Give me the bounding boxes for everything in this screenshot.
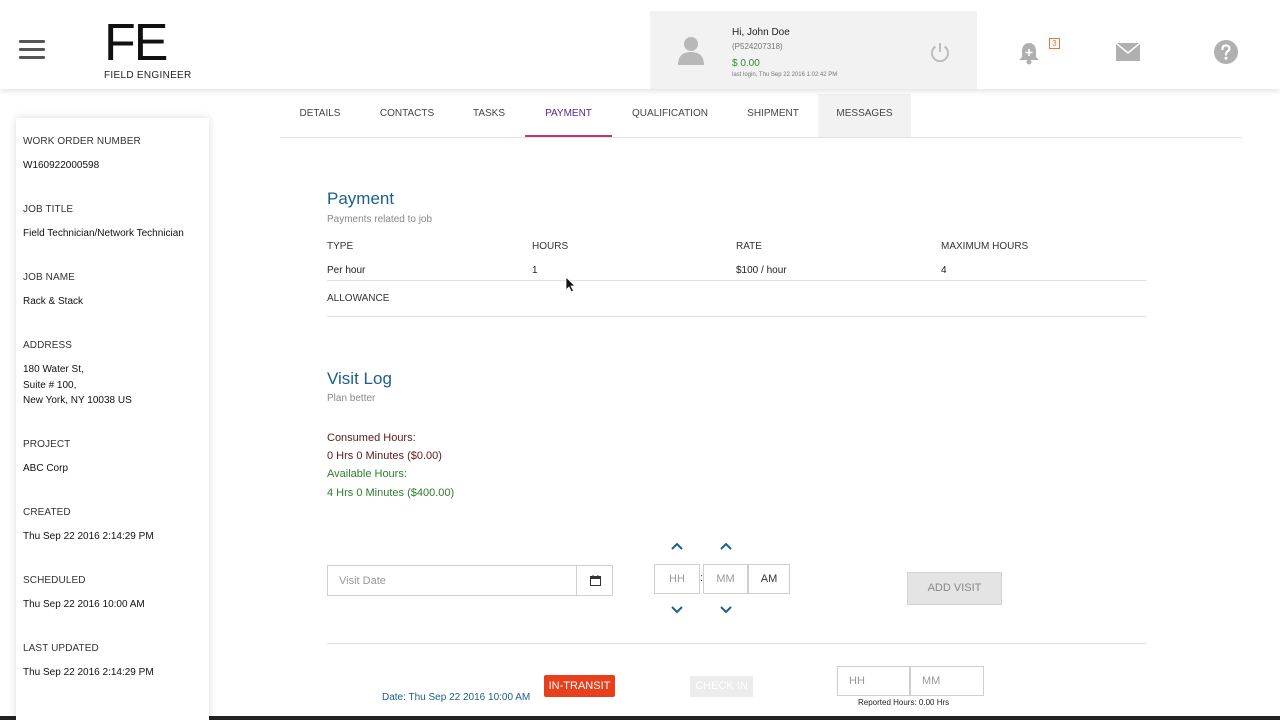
col-max-hours: MAXIMUM HOURS bbox=[941, 241, 1029, 252]
visit-log-title: Visit Log bbox=[327, 369, 392, 388]
user-last-login: last login, Thu Sep 22 2016 1:02:42 PM bbox=[732, 72, 838, 78]
mail-icon[interactable] bbox=[1116, 43, 1140, 61]
address-line-1: 180 Water St, bbox=[23, 364, 84, 375]
in-transit-button[interactable]: IN-TRANSIT bbox=[544, 675, 615, 697]
job-title-label: JOB TITLE bbox=[23, 204, 74, 215]
tab-contacts[interactable]: CONTACTS bbox=[366, 94, 448, 137]
tab-messages[interactable]: MESSAGES bbox=[818, 94, 911, 137]
hour-down-icon[interactable] bbox=[670, 605, 684, 615]
calendar-icon bbox=[590, 575, 601, 586]
add-visit-button[interactable]: ADD VISIT bbox=[907, 572, 1002, 605]
mouse-cursor-icon bbox=[566, 277, 576, 293]
visit-date-input[interactable] bbox=[327, 565, 577, 596]
cell-hours: 1 bbox=[532, 265, 538, 276]
logo-subtitle: FIELD ENGINEER bbox=[104, 70, 192, 81]
work-order-value: W160922000598 bbox=[23, 160, 100, 171]
project-value: ABC Corp bbox=[23, 463, 69, 474]
tab-shipment[interactable]: SHIPMENT bbox=[732, 94, 814, 137]
hour-up-icon[interactable] bbox=[670, 541, 684, 551]
check-in-button[interactable]: CHECK IN bbox=[690, 676, 753, 697]
col-rate: RATE bbox=[736, 241, 762, 252]
reported-hour-input[interactable] bbox=[837, 666, 910, 696]
visit-divider bbox=[327, 643, 1146, 644]
address-line-3: New York, NY 10038 US bbox=[23, 395, 132, 406]
tab-details[interactable]: DETAILS bbox=[280, 94, 360, 137]
payment-title: Payment bbox=[327, 189, 395, 208]
user-id: (P524207318) bbox=[732, 42, 783, 51]
col-type: TYPE bbox=[327, 241, 354, 252]
tab-qualification[interactable]: QUALIFICATION bbox=[618, 94, 722, 137]
user-panel: Hi, John Doe (P524207318) $ 0.00 last lo… bbox=[650, 11, 977, 89]
job-title-value: Field Technician/Network Technician bbox=[23, 228, 184, 239]
cell-type: Per hour bbox=[327, 265, 366, 276]
ampm-toggle[interactable]: AM bbox=[748, 564, 790, 594]
minute-down-icon[interactable] bbox=[719, 605, 733, 615]
address-line-2: Suite # 100, bbox=[23, 379, 77, 391]
project-label: PROJECT bbox=[23, 439, 71, 450]
last-updated-label: LAST UPDATED bbox=[23, 643, 99, 654]
col-hours: HOURS bbox=[532, 241, 569, 252]
reported-hours: Reported Hours: 0.00 Hrs bbox=[858, 698, 950, 707]
cell-rate: $100 / hour bbox=[736, 265, 787, 276]
power-icon[interactable] bbox=[929, 41, 951, 63]
top-header: FE FIELD ENGINEER Hi, John Doe (P5242073… bbox=[0, 0, 1280, 89]
scheduled-value: Thu Sep 22 2016 10:00 AM bbox=[23, 599, 145, 610]
cell-max-hours: 4 bbox=[941, 265, 947, 276]
help-icon[interactable] bbox=[1214, 40, 1238, 64]
bell-icon[interactable] bbox=[1018, 41, 1040, 65]
created-value: Thu Sep 22 2016 2:14:29 PM bbox=[23, 531, 154, 542]
payment-subtitle: Payments related to job bbox=[327, 214, 433, 225]
job-tabs: DETAILS CONTACTS TASKS PAYMENT QUALIFICA… bbox=[280, 94, 1242, 138]
notification-badge: 3 bbox=[1049, 38, 1060, 49]
hour-input[interactable] bbox=[654, 564, 700, 594]
visit-log-subtitle: Plan better bbox=[327, 393, 376, 404]
avatar-icon bbox=[678, 37, 704, 65]
visit-entry-date: Date: Thu Sep 22 2016 10:00 AM bbox=[382, 692, 531, 703]
scheduled-label: SCHEDULED bbox=[23, 575, 86, 586]
reported-minute-input[interactable] bbox=[910, 666, 984, 696]
minute-input[interactable] bbox=[703, 564, 748, 594]
faint-topbar bbox=[0, 6, 650, 20]
tab-tasks[interactable]: TASKS bbox=[456, 94, 522, 137]
allowance-label: ALLOWANCE bbox=[327, 293, 390, 304]
created-label: CREATED bbox=[23, 507, 71, 518]
user-greeting: Hi, John Doe bbox=[732, 27, 790, 38]
consumed-hours-label: Consumed Hours: bbox=[327, 432, 416, 444]
logo[interactable]: FE FIELD ENGINEER bbox=[104, 14, 194, 81]
menu-icon[interactable] bbox=[19, 40, 45, 60]
logo-mark: FE bbox=[104, 14, 168, 72]
consumed-hours-value: 0 Hrs 0 Minutes ($0.00) bbox=[327, 450, 442, 462]
job-name-value: Rack & Stack bbox=[23, 296, 84, 307]
available-hours-label: Available Hours: bbox=[327, 468, 407, 480]
row-divider bbox=[327, 280, 1146, 281]
last-updated-value: Thu Sep 22 2016 2:14:29 PM bbox=[23, 667, 154, 678]
calendar-button[interactable] bbox=[576, 565, 613, 596]
user-balance: $ 0.00 bbox=[732, 58, 760, 69]
minute-up-icon[interactable] bbox=[719, 541, 733, 551]
work-order-label: WORK ORDER NUMBER bbox=[23, 136, 141, 147]
job-name-label: JOB NAME bbox=[23, 272, 75, 283]
address-label: ADDRESS bbox=[23, 340, 73, 351]
job-details-sidebar: WORK ORDER NUMBER W160922000598 JOB TITL… bbox=[16, 118, 209, 720]
allowance-divider bbox=[327, 316, 1146, 317]
tab-payment[interactable]: PAYMENT bbox=[525, 94, 612, 137]
available-hours-value: 4 Hrs 0 Minutes ($400.00) bbox=[327, 487, 455, 499]
